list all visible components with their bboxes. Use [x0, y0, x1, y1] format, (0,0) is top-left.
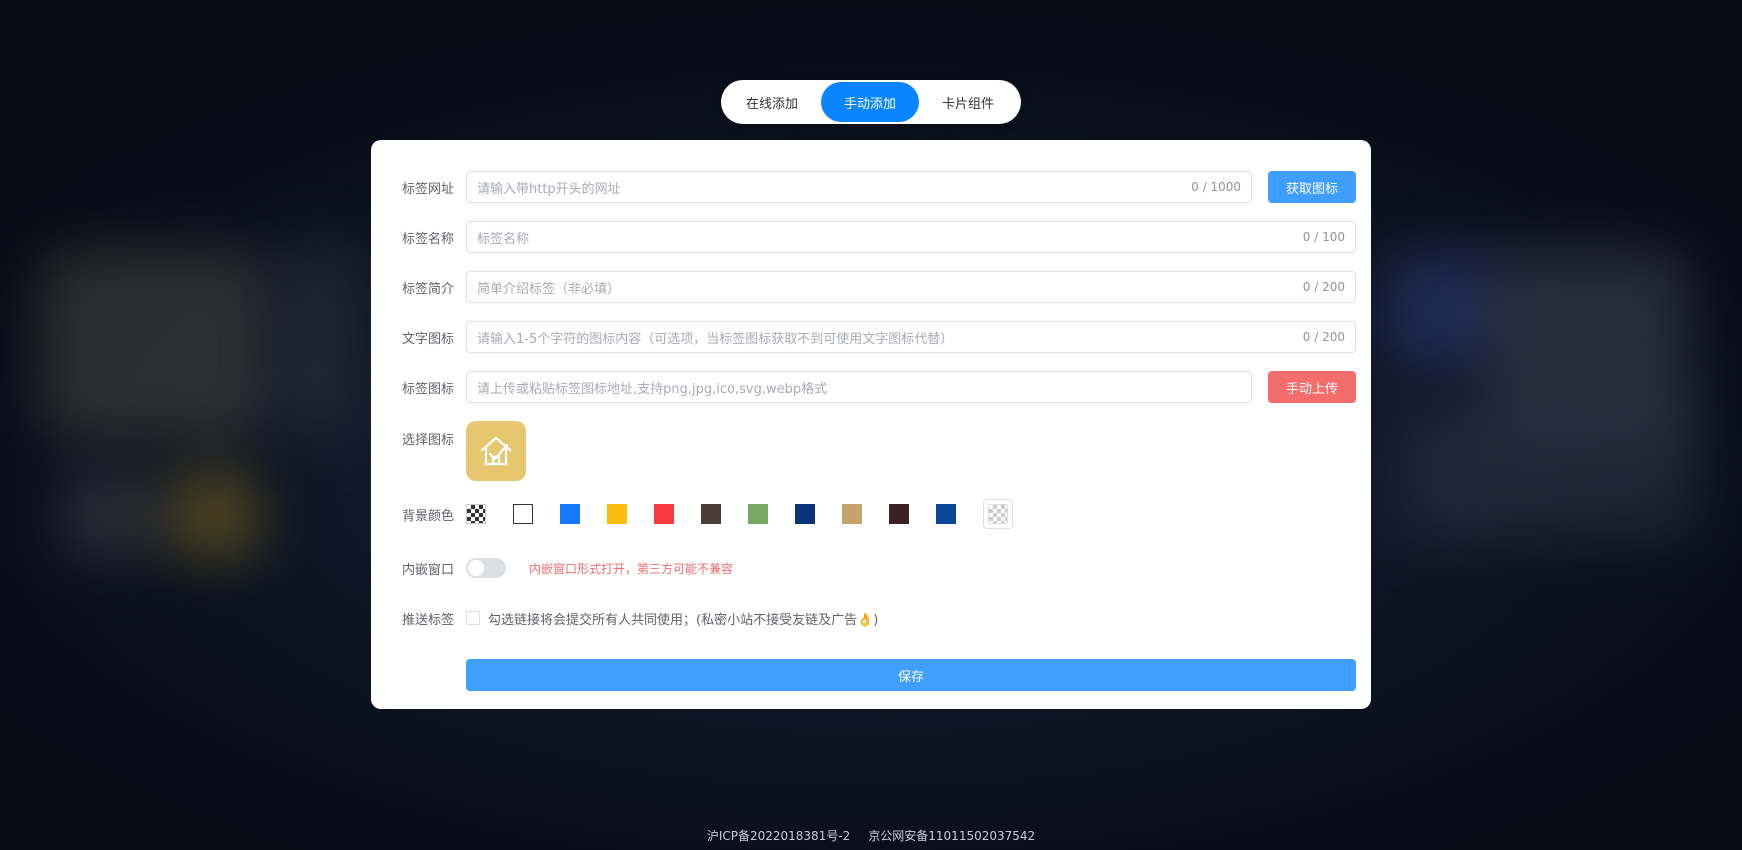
- name-row: 标签名称 标签名称 0 / 100: [371, 221, 1371, 253]
- text-icon-input[interactable]: 请输入1-5个字符的图标内容（可选项，当标签图标获取不到可使用文字图标代替） 0…: [466, 321, 1356, 353]
- background-blur: [60, 470, 170, 560]
- swatch-maroon[interactable]: [889, 504, 909, 524]
- push-option[interactable]: 勾选链接将会提交所有人共同使用；(私密小站不接受友链及广告👌): [466, 609, 878, 628]
- police-record-link[interactable]: 京公网安备11011502037542: [868, 827, 1035, 844]
- fetch-icon-button[interactable]: 获取图标: [1268, 171, 1356, 203]
- embed-hint: 内嵌窗口形式打开，第三方可能不兼容: [529, 561, 734, 576]
- custom-color-picker[interactable]: [983, 499, 1013, 529]
- intro-input[interactable]: 简单介绍标签（非必填） 0 / 200: [466, 271, 1356, 303]
- url-input[interactable]: 请输入带http开头的网址 0 / 1000: [466, 171, 1252, 203]
- toggle-knob: [468, 560, 484, 576]
- background-blur: [1400, 400, 1700, 540]
- background-blur: [170, 470, 260, 560]
- intro-label: 标签简介: [401, 281, 454, 297]
- intro-counter: 0 / 200: [1302, 280, 1345, 294]
- add-bookmark-form: 标签网址 请输入带http开头的网址 0 / 1000 获取图标 标签名称 标签…: [371, 140, 1371, 709]
- bg-color-row: 背景颜色: [371, 499, 1371, 529]
- embed-row: 内嵌窗口 内嵌窗口形式打开，第三方可能不兼容: [371, 558, 1371, 578]
- icon-row: 标签图标 请上传或粘贴标签图标地址,支持png,jpg,ico,svg,webp…: [371, 371, 1371, 403]
- background-blur: [280, 240, 360, 440]
- icon-url-placeholder: 请上传或粘贴标签图标地址,支持png,jpg,ico,svg,webp格式: [477, 381, 828, 397]
- background-blur: [1385, 250, 1505, 370]
- push-checkbox[interactable]: [466, 611, 480, 625]
- url-label: 标签网址: [401, 181, 454, 197]
- swatch-dark-brown[interactable]: [701, 504, 721, 524]
- swatch-yellow[interactable]: [607, 504, 627, 524]
- tab-manual-add[interactable]: 手动添加: [821, 82, 919, 122]
- swatch-transparent[interactable]: [466, 504, 486, 524]
- tab-online-add[interactable]: 在线添加: [723, 82, 821, 122]
- swatch-blue[interactable]: [560, 504, 580, 524]
- intro-placeholder: 简单介绍标签（非必填）: [477, 281, 621, 297]
- manual-upload-button[interactable]: 手动上传: [1268, 371, 1356, 403]
- tab-card-widget[interactable]: 卡片组件: [919, 82, 1017, 122]
- swatch-white[interactable]: [513, 504, 533, 524]
- push-row: 推送标签 勾选链接将会提交所有人共同使用；(私密小站不接受友链及广告👌): [371, 608, 1371, 628]
- name-label: 标签名称: [401, 231, 454, 247]
- text-icon-label: 文字图标: [401, 331, 454, 347]
- icon-url-input[interactable]: 请上传或粘贴标签图标地址,支持png,jpg,ico,svg,webp格式: [466, 371, 1252, 403]
- name-placeholder: 标签名称: [477, 231, 530, 247]
- footer: 沪ICP备2022018381号-2 京公网安备11011502037542: [0, 827, 1742, 844]
- url-row: 标签网址 请输入带http开头的网址 0 / 1000 获取图标: [371, 171, 1371, 203]
- text-icon-placeholder: 请输入1-5个字符的图标内容（可选项，当标签图标获取不到可使用文字图标代替）: [477, 331, 954, 347]
- select-icon-label: 选择图标: [401, 433, 454, 448]
- selected-icon-preview[interactable]: [466, 421, 526, 481]
- embed-label: 内嵌窗口: [401, 562, 454, 578]
- mode-tabs: 在线添加 手动添加 卡片组件: [721, 80, 1021, 124]
- intro-row: 标签简介 简单介绍标签（非必填） 0 / 200: [371, 271, 1371, 303]
- icon-label: 标签图标: [401, 381, 454, 397]
- bg-color-label: 背景颜色: [401, 508, 454, 524]
- background-blur: [40, 250, 270, 440]
- url-counter: 0 / 1000: [1191, 180, 1241, 194]
- swatch-tan[interactable]: [842, 504, 862, 524]
- swatch-royal-blue[interactable]: [936, 504, 956, 524]
- push-text: 勾选链接将会提交所有人共同使用；(私密小站不接受友链及广告👌): [488, 612, 879, 628]
- push-label: 推送标签: [401, 612, 454, 628]
- url-placeholder: 请输入带http开头的网址: [477, 181, 621, 197]
- name-counter: 0 / 100: [1302, 230, 1345, 244]
- save-button[interactable]: 保存: [466, 659, 1356, 691]
- swatch-green[interactable]: [748, 504, 768, 524]
- icp-link[interactable]: 沪ICP备2022018381号-2: [707, 827, 850, 844]
- select-icon-row: 选择图标: [371, 421, 1371, 481]
- text-icon-counter: 0 / 200: [1302, 330, 1345, 344]
- color-picker-icon: [988, 504, 1008, 524]
- text-icon-row: 文字图标 请输入1-5个字符的图标内容（可选项，当标签图标获取不到可使用文字图标…: [371, 321, 1371, 353]
- embed-toggle[interactable]: [466, 558, 506, 578]
- swatch-navy[interactable]: [795, 504, 815, 524]
- name-input[interactable]: 标签名称 0 / 100: [466, 221, 1356, 253]
- color-swatches: [466, 499, 1013, 529]
- house-check-icon: [480, 436, 512, 466]
- swatch-red[interactable]: [654, 504, 674, 524]
